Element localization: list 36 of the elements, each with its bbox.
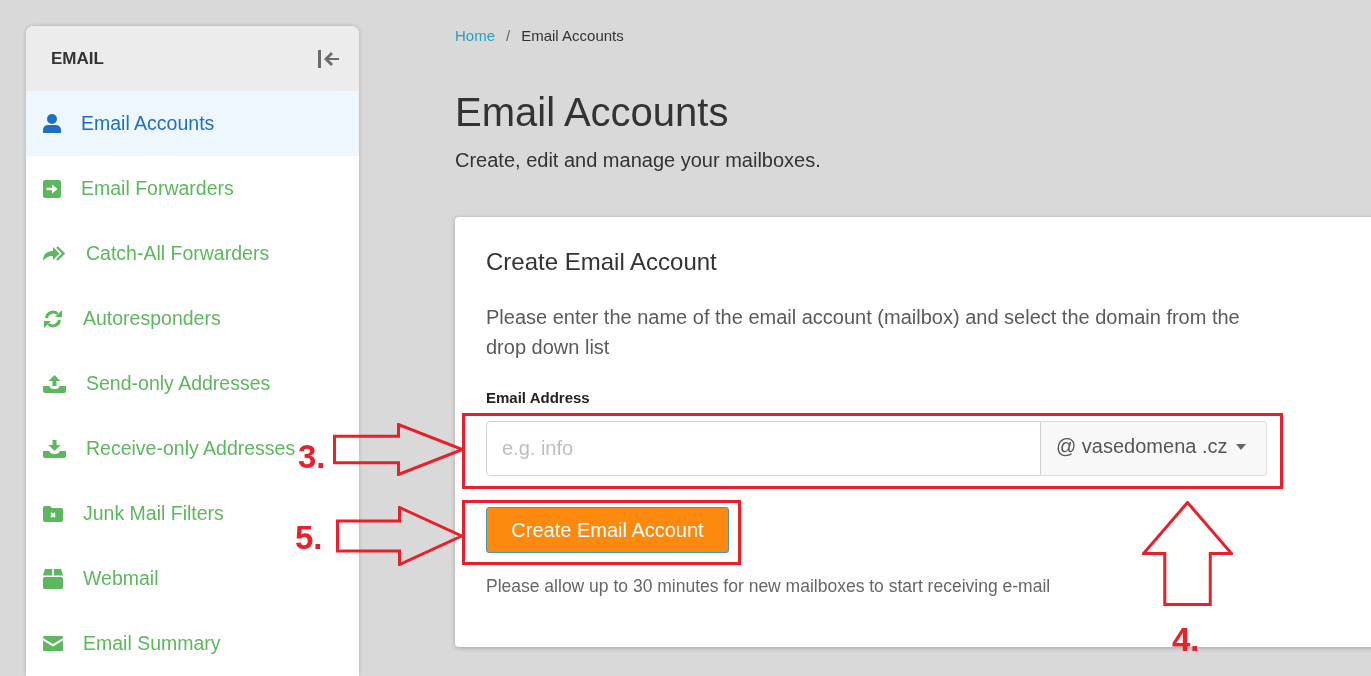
step-number: 4. <box>1172 621 1200 659</box>
folder-x-icon <box>43 505 63 522</box>
user-icon <box>43 114 61 133</box>
sync-icon <box>43 308 63 329</box>
breadcrumb-separator: / <box>506 26 511 46</box>
domain-select[interactable]: @ vasedomena .cz <box>1041 421 1267 476</box>
envelope-icon <box>43 636 63 651</box>
collapse-icon[interactable] <box>318 49 339 68</box>
caret-icon <box>1235 443 1246 450</box>
breadcrumb-current: Email Accounts <box>521 26 624 46</box>
sidebar-item[interactable]: Junk Mail Filters <box>26 481 224 546</box>
page-subtitle: Create, edit and manage your mailboxes. <box>455 148 821 173</box>
sidebar-item[interactable]: Catch-All Forwarders <box>26 221 270 286</box>
create-account-button[interactable]: Create Email Account <box>486 507 729 553</box>
email-input[interactable]: e.g. info <box>486 421 1041 476</box>
tray-upload-icon <box>43 374 66 393</box>
field-label: Email Address <box>486 388 590 408</box>
tray-download-icon <box>43 439 66 458</box>
breadcrumb-link[interactable]: Home <box>455 26 495 46</box>
sidebar-item[interactable]: Email Forwarders <box>26 156 234 221</box>
sidebar-item[interactable]: Autoresponders <box>26 286 221 351</box>
arrow-square-icon <box>43 179 61 198</box>
step-number: 5. <box>295 519 323 557</box>
sidebar-title: EMAIL <box>51 48 104 69</box>
card-description: Please enter the name of the email account (mailbox) and select the domain from the drop down list <box>486 305 1241 360</box>
card-title: Create Email Account <box>486 247 717 277</box>
page-title: Email Accounts <box>455 89 729 136</box>
step-number: 3. <box>298 438 326 476</box>
sidebar-item[interactable]: Email Summary <box>26 611 221 676</box>
double-arrow-icon <box>43 245 66 262</box>
box-icon <box>43 568 63 589</box>
sidebar-item[interactable]: Webmail <box>26 546 159 611</box>
sidebar-item[interactable]: Receive-only Addresses <box>26 416 296 481</box>
help-text: Please allow up to 30 minutes for new mailboxes to start receiving e-mail <box>486 575 1051 597</box>
sidebar-item[interactable]: Send-only Addresses <box>26 351 271 416</box>
sidebar-item[interactable]: Email Accounts <box>26 91 359 156</box>
